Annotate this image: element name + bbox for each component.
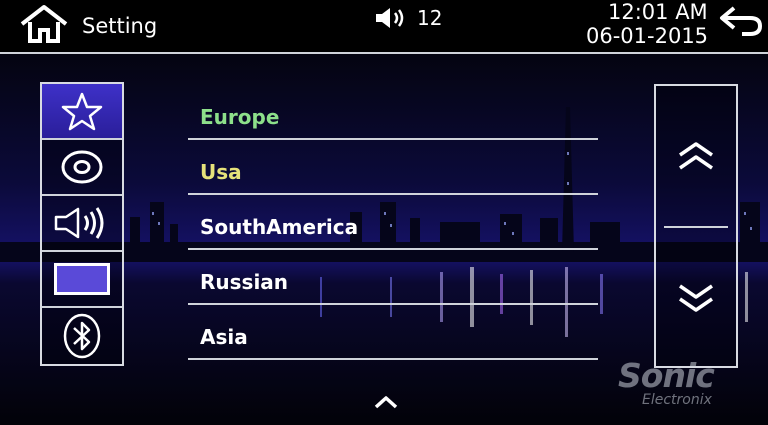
list-item-label: Europe xyxy=(200,105,280,129)
home-icon[interactable] xyxy=(18,4,70,44)
back-arrow-icon[interactable] xyxy=(718,4,764,36)
list-item-label: Usa xyxy=(200,160,242,184)
list-item[interactable]: Usa xyxy=(188,141,598,195)
list-item[interactable]: Russian xyxy=(188,251,598,305)
page-title: Setting xyxy=(82,14,158,38)
list-item-label: SouthAmerica xyxy=(200,215,359,239)
list-item[interactable]: Europe xyxy=(188,86,598,140)
list-item[interactable]: SouthAmerica xyxy=(188,196,598,250)
list-item-label: Russian xyxy=(200,270,289,294)
clock-time: 12:01 AM xyxy=(608,0,708,24)
scroll-panel xyxy=(654,84,738,368)
watermark-subtitle: Electronix xyxy=(642,392,712,408)
display-icon xyxy=(54,263,110,295)
speaker-icon xyxy=(374,6,408,30)
volume-level: 12 xyxy=(417,6,443,30)
sidebar-item-audio[interactable] xyxy=(42,196,122,252)
star-icon xyxy=(61,92,103,131)
double-chevron-up-icon xyxy=(679,142,713,170)
chevron-up-icon[interactable] xyxy=(372,392,400,412)
clock-date: 06-01-2015 xyxy=(586,24,709,48)
sidebar-item-bluetooth[interactable] xyxy=(42,308,122,364)
list-item-label: Asia xyxy=(200,325,248,349)
top-bar: Setting 12 12:01 AM 06-01-2015 xyxy=(0,0,768,54)
disc-icon xyxy=(61,150,103,184)
scroll-down-button[interactable] xyxy=(656,228,736,368)
list-item[interactable]: Asia xyxy=(188,306,598,360)
settings-sidebar xyxy=(40,82,124,366)
double-chevron-down-icon xyxy=(679,284,713,312)
sidebar-item-favorites[interactable] xyxy=(42,84,122,140)
bluetooth-icon xyxy=(63,313,101,359)
speaker-icon xyxy=(54,207,104,239)
scroll-up-button[interactable] xyxy=(656,86,736,226)
watermark-logo: Sonic xyxy=(618,356,715,395)
sidebar-item-display[interactable] xyxy=(42,252,122,308)
sidebar-item-disc[interactable] xyxy=(42,140,122,196)
